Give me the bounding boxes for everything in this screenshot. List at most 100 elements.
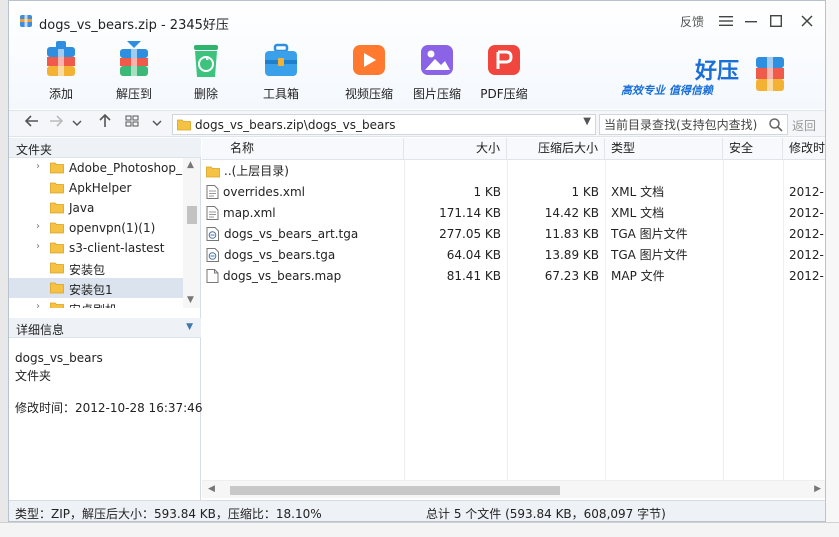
search-input[interactable] xyxy=(600,115,760,134)
col-size[interactable]: 大小 xyxy=(404,138,507,160)
folder-icon xyxy=(50,221,64,237)
details-title: 详细信息 xyxy=(16,323,65,337)
cell-modified: 2012- xyxy=(789,206,824,220)
add-button[interactable]: 添加 xyxy=(31,39,91,102)
scroll-up-icon[interactable]: ▲ xyxy=(187,160,194,170)
close-icon[interactable] xyxy=(796,11,818,33)
tree-item[interactable]: 安装包 xyxy=(9,258,183,278)
col-name[interactable]: 名称 xyxy=(202,138,404,160)
tree-item-label: openvpn(1)(1) xyxy=(69,221,156,235)
col-modified[interactable]: 修改时 xyxy=(783,138,825,160)
scroll-down-icon[interactable]: ▼ xyxy=(187,295,194,305)
tree-item[interactable]: › 安卓刷机 xyxy=(9,298,183,308)
pdf-compress-button[interactable]: PDF压缩 xyxy=(474,39,534,102)
table-row[interactable]: ..(上层目录) xyxy=(202,161,825,182)
cell-packed: 14.42 KB xyxy=(544,206,599,220)
expand-chevron-icon[interactable]: › xyxy=(36,241,40,252)
tree-item-label: s3-client-lastest xyxy=(69,241,165,255)
file-name: dogs_vs_bears.map xyxy=(223,269,342,283)
tree-item[interactable]: Java xyxy=(9,198,183,218)
hamburger-icon[interactable] xyxy=(715,11,737,33)
folder-icon xyxy=(50,301,64,308)
cell-size: 277.05 KB xyxy=(439,227,501,241)
return-button[interactable]: 返回 xyxy=(792,117,816,134)
cell-type: XML 文档 xyxy=(611,206,665,220)
address-bar[interactable]: dogs_vs_bears.zip\dogs_vs_bears ▼ xyxy=(172,114,596,135)
forward-arrow-icon[interactable] xyxy=(47,114,65,134)
status-total: 总计 5 个文件 (593.84 KB，608,097 字节) xyxy=(426,507,666,521)
brand-box-icon xyxy=(756,57,784,91)
scroll-thumb[interactable] xyxy=(187,206,197,224)
expand-chevron-icon[interactable]: › xyxy=(36,161,40,172)
cell-name: dogs_vs_bears.tga xyxy=(202,245,404,266)
history-dropdown-icon[interactable] xyxy=(68,114,86,134)
detail-modified: 修改时间：2012-10-28 16:37:46 xyxy=(15,401,203,415)
cell-type: XML 文档 xyxy=(611,185,665,199)
extract-button[interactable]: 解压到 xyxy=(104,39,164,102)
cell-size: 171.14 KB xyxy=(439,206,501,220)
folder-icon xyxy=(177,119,191,131)
file-name: dogs_vs_bears_art.tga xyxy=(224,227,359,241)
col-packed-size[interactable]: 压缩后大小 xyxy=(507,138,605,160)
col-type[interactable]: 类型 xyxy=(605,138,723,160)
view-mode-icon[interactable] xyxy=(123,114,141,134)
cell-modified: 2012- xyxy=(789,227,824,241)
delete-button[interactable]: 删除 xyxy=(176,39,236,102)
image-file-icon xyxy=(206,227,220,245)
back-arrow-icon[interactable] xyxy=(23,114,41,134)
folder-tree: › Adobe_Photoshop_ ApkHelper Java › openvpn(1… xyxy=(9,158,183,308)
maximize-icon[interactable] xyxy=(765,11,787,33)
details-header[interactable]: 详细信息 ▼ xyxy=(9,318,201,338)
collapse-icon[interactable]: ▼ xyxy=(186,322,193,332)
scroll-right-icon[interactable]: ▶ xyxy=(814,484,821,494)
view-dropdown-icon[interactable] xyxy=(148,114,166,134)
tree-scrollbar[interactable]: ▲ ▼ xyxy=(183,158,200,308)
table-row[interactable]: dogs_vs_bears_art.tga 277.05 KB 11.83 KB TG… xyxy=(202,224,825,245)
tree-item[interactable]: › Adobe_Photoshop_ xyxy=(9,158,183,178)
image-compress-label: 图片压缩 xyxy=(412,87,461,101)
cell-name: dogs_vs_bears.map xyxy=(202,266,404,287)
toolbox-button[interactable]: 工具箱 xyxy=(251,39,311,102)
image-compress-button[interactable]: 图片压缩 xyxy=(407,39,467,102)
delete-label: 删除 xyxy=(193,87,218,101)
minimize-icon[interactable] xyxy=(740,11,762,33)
tree-item[interactable]: ApkHelper xyxy=(9,178,183,198)
cell-packed: 11.83 KB xyxy=(544,227,599,241)
table-row[interactable]: map.xml 171.14 KB 14.42 KB XML 文档 2012- xyxy=(202,203,825,224)
xml-file-icon xyxy=(206,206,219,224)
folder-icon xyxy=(50,241,64,257)
expand-chevron-icon[interactable]: › xyxy=(36,221,40,232)
tree-item-label: Java xyxy=(69,201,95,215)
desktop-background-left xyxy=(0,0,8,537)
col-security[interactable]: 安全 xyxy=(723,138,783,160)
folder-icon xyxy=(206,164,220,182)
expand-chevron-icon[interactable]: › xyxy=(36,301,40,308)
search-icon[interactable] xyxy=(768,117,784,133)
tree-item[interactable]: › openvpn(1)(1) xyxy=(9,218,183,238)
pdf-compress-label: PDF压缩 xyxy=(480,87,528,101)
list-hscrollbar[interactable]: ◀ ▶ xyxy=(202,480,825,498)
file-name: dogs_vs_bears.tga xyxy=(224,248,336,262)
cell-name: dogs_vs_bears_art.tga xyxy=(202,224,404,245)
file-name: ..(上层目录) xyxy=(224,164,289,178)
cell-modified: 2012- xyxy=(789,248,824,262)
cell-size xyxy=(404,161,507,182)
scroll-left-icon[interactable]: ◀ xyxy=(208,484,215,494)
address-dropdown-icon[interactable]: ▼ xyxy=(583,116,591,127)
table-row[interactable]: dogs_vs_bears.map 81.41 KB 67.23 KB MAP 文件 2… xyxy=(202,266,825,287)
toolbox-label: 工具箱 xyxy=(262,87,299,101)
cell-size: 1 KB xyxy=(473,185,501,199)
column-header: 名称 大小 压缩后大小 类型 安全 修改时 xyxy=(202,138,825,160)
brand-slogan: 高效专业 值得信赖 xyxy=(621,84,713,97)
hscroll-thumb[interactable] xyxy=(230,486,560,495)
pdf-compress-icon xyxy=(488,45,520,75)
video-compress-button[interactable]: 视频压缩 xyxy=(339,39,399,102)
table-row[interactable]: dogs_vs_bears.tga 64.04 KB 13.89 KB TGA 图片文… xyxy=(202,245,825,266)
up-arrow-icon[interactable] xyxy=(96,113,114,134)
feedback-button[interactable]: 反馈 xyxy=(677,11,707,33)
cell-type: TGA 图片文件 xyxy=(611,248,688,262)
tree-item[interactable]: › s3-client-lastest xyxy=(9,238,183,258)
tree-item[interactable]: 安装包1 xyxy=(9,278,183,298)
extract-archive-icon xyxy=(120,41,148,76)
table-row[interactable]: overrides.xml 1 KB 1 KB XML 文档 2012- xyxy=(202,182,825,203)
